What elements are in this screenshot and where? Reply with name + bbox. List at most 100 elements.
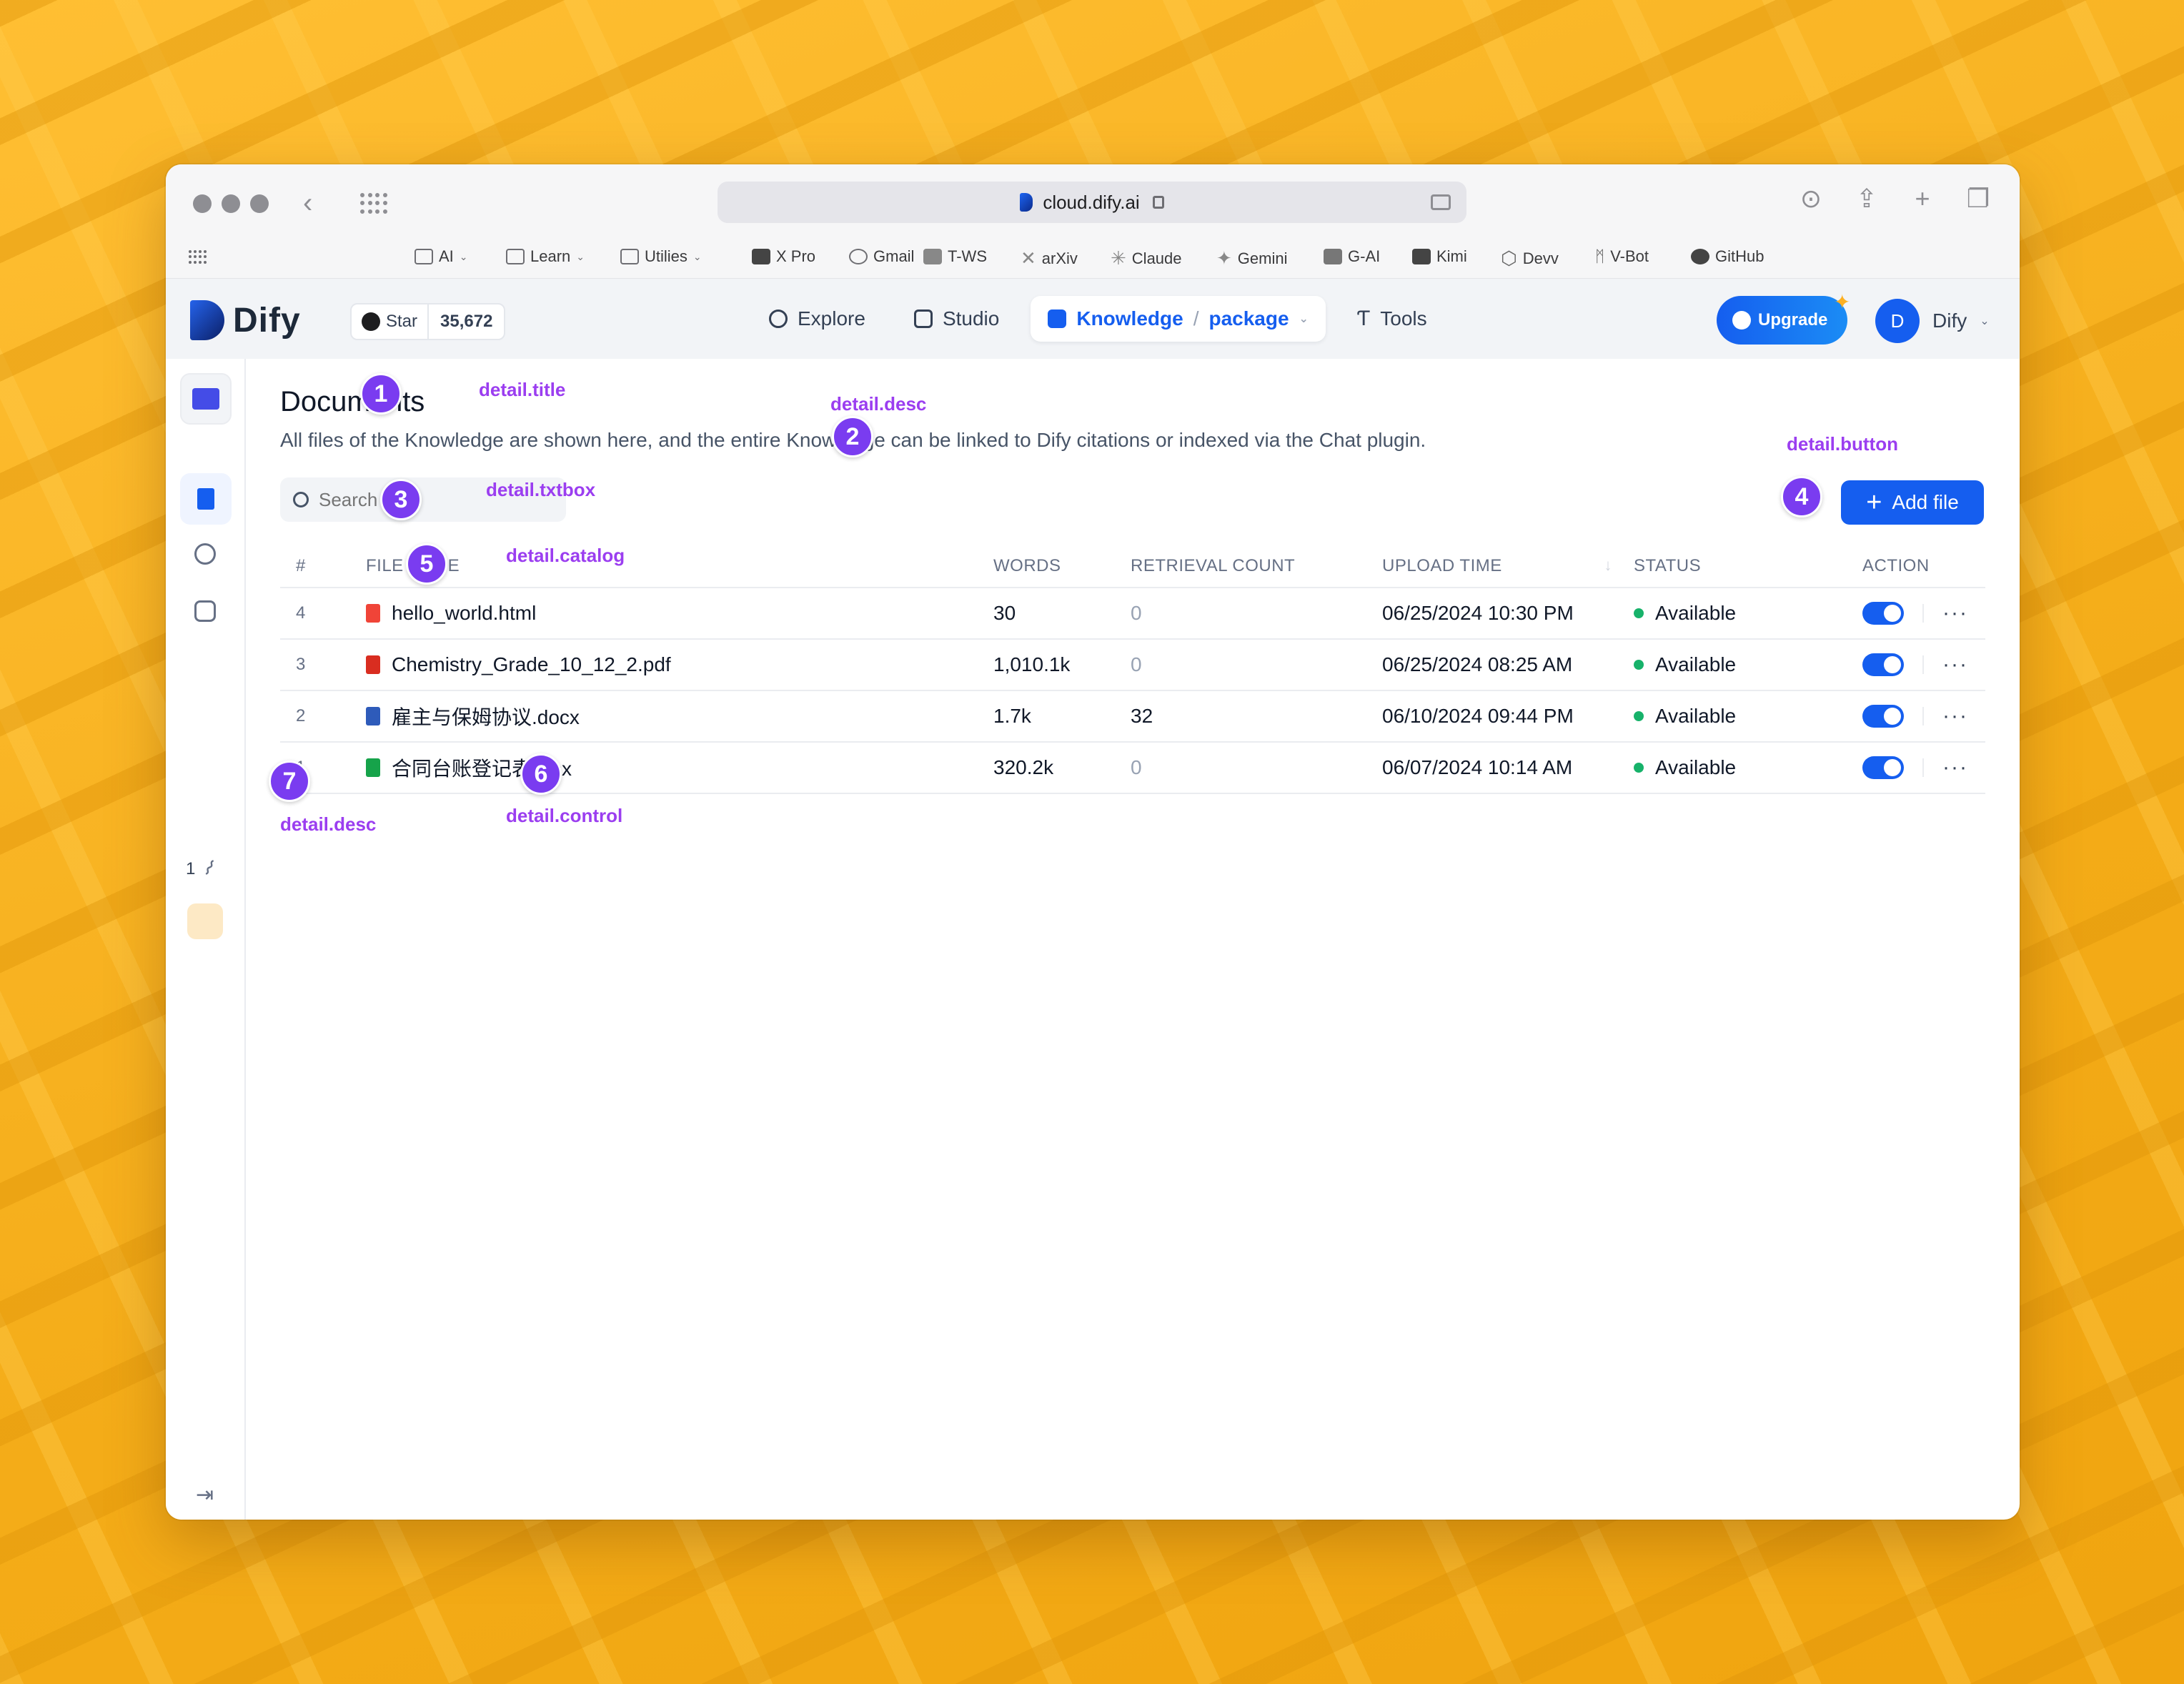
paperclip-icon: ⌇ — [199, 856, 219, 881]
bookmark-arxiv[interactable]: ✕ arXiv — [1021, 247, 1078, 269]
zoom-window-button[interactable] — [250, 194, 269, 213]
dify-logo-mark-icon — [190, 300, 224, 340]
column-retrieval-count: RETRIEVAL COUNT — [1131, 545, 1382, 588]
table-row[interactable]: 3 Chemistry_Grade_10_12_2.pdf 1,010.1k 0… — [280, 639, 1985, 691]
window-controls — [193, 194, 269, 213]
page-title: Documents — [280, 386, 425, 417]
annotation-label-title: detail.title — [479, 379, 566, 400]
column-index: # — [280, 545, 366, 588]
kimi-icon — [1412, 249, 1431, 264]
annotation-badge-2: 2 — [832, 416, 873, 457]
more-options-icon[interactable]: ··· — [1942, 757, 1968, 778]
upgrade-button[interactable]: Upgrade — [1717, 296, 1848, 345]
chevron-down-icon: ⌄ — [1980, 315, 1990, 327]
folder-icon — [192, 388, 219, 410]
bookmark-gmail[interactable]: Gmail — [849, 247, 914, 266]
enable-toggle[interactable] — [1862, 602, 1904, 625]
github-icon — [362, 312, 380, 331]
status-dot-icon — [1634, 608, 1644, 618]
bookmark-g-ai[interactable]: G-AI — [1324, 247, 1380, 266]
bookmark-utilies[interactable]: Utilies ⌄ — [620, 247, 702, 266]
sidebar-item-settings[interactable] — [194, 600, 216, 622]
word-count: 30 — [993, 588, 1131, 640]
xlsx-file-icon — [366, 758, 380, 777]
user-menu[interactable]: D Dify ⌄ — [1875, 299, 1990, 343]
t-ws-icon — [923, 249, 942, 264]
upload-time: 06/07/2024 10:14 AM — [1382, 742, 1634, 794]
bookmark-devv[interactable]: ⬡ Devv — [1501, 247, 1559, 269]
bookmarks-bar: AI ⌄ Learn ⌄ Utilies ⌄ X Pro Gmail T-WS ✕ ar… — [166, 242, 2020, 276]
more-options-icon[interactable]: ··· — [1942, 705, 1968, 727]
file-name[interactable]: 雇主与保姆协议.docx — [392, 702, 580, 730]
html-file-icon — [366, 604, 380, 623]
book-icon — [1048, 309, 1067, 328]
share-icon[interactable]: ⇪ — [1854, 186, 1880, 212]
tabs-icon[interactable]: ❐ — [1965, 186, 1991, 212]
site-favicon-icon — [1020, 193, 1033, 212]
bookmark-claude[interactable]: ✳ Claude — [1111, 247, 1182, 269]
sidebar-item-hit-testing[interactable] — [194, 543, 216, 565]
bookmark-ai[interactable]: AI ⌄ — [415, 247, 468, 266]
chevron-down-icon: ⌄ — [693, 250, 702, 262]
bookmark-github[interactable]: GitHub — [1691, 247, 1764, 266]
bookmark-x-pro[interactable]: X Pro — [752, 247, 815, 266]
annotation-label-desc-2: detail.desc — [280, 813, 377, 835]
dataset-icon[interactable] — [180, 373, 232, 425]
nav-studio[interactable]: Studio — [897, 296, 1016, 342]
status-badge: Available — [1634, 756, 1862, 779]
download-icon[interactable]: ⊙ — [1798, 186, 1824, 212]
compass-icon — [769, 309, 788, 328]
enable-toggle[interactable] — [1862, 705, 1904, 728]
add-file-button[interactable]: + Add file — [1841, 480, 1984, 525]
browser-chrome: ‹ cloud.dify.ai ⊙ ⇪ + ❐ AI ⌄ Learn ⌄ Utili… — [166, 164, 2020, 279]
dataset-selector[interactable]: package — [1208, 307, 1289, 330]
bookmark-v-bot[interactable]: ᛗ V-Bot — [1595, 247, 1649, 266]
table-row[interactable]: 2 雇主与保姆协议.docx 1.7k 32 06/10/2024 09:44 … — [280, 690, 1985, 743]
dify-logo[interactable]: Dify — [190, 300, 301, 340]
retrieval-count: 0 — [1131, 639, 1382, 691]
nav-explore[interactable]: Explore — [752, 296, 883, 342]
bookmark-gemini[interactable]: ✦ Gemini — [1216, 247, 1287, 269]
bookmarks-grid-icon[interactable] — [189, 250, 207, 264]
avatar: D — [1875, 299, 1920, 343]
tab-overview-icon[interactable] — [360, 193, 387, 214]
sidebar-item-documents[interactable] — [180, 473, 232, 525]
column-upload-time[interactable]: UPLOAD TIME ↓ — [1382, 545, 1634, 588]
close-window-button[interactable] — [193, 194, 212, 213]
sparkle-icon — [1732, 311, 1751, 330]
nav-tools[interactable]: Ƭ Tools — [1340, 296, 1444, 342]
star-decoration-icon: ✦ — [1834, 291, 1851, 313]
retrieval-count: 32 — [1131, 690, 1382, 743]
devv-icon: ⬡ — [1501, 247, 1517, 269]
sort-down-icon[interactable]: ↓ — [1604, 556, 1613, 575]
collapse-sidebar-icon[interactable]: ⇥ — [196, 1482, 214, 1507]
reader-view-icon[interactable] — [1431, 194, 1451, 210]
word-count: 1,010.1k — [993, 639, 1131, 691]
annotation-badge-3: 3 — [380, 479, 422, 520]
table-row[interactable]: 4 hello_world.html 30 0 06/25/2024 10:30… — [280, 588, 1985, 640]
gemini-icon: ✦ — [1216, 247, 1232, 269]
enable-toggle[interactable] — [1862, 653, 1904, 676]
column-action: ACTION — [1862, 545, 1985, 588]
more-options-icon[interactable]: ··· — [1942, 654, 1968, 675]
bookmark-learn[interactable]: Learn ⌄ — [506, 247, 585, 266]
linked-app-avatar[interactable] — [187, 903, 223, 939]
more-options-icon[interactable]: ··· — [1942, 603, 1968, 624]
github-star-button[interactable]: Star 35,672 — [350, 303, 506, 340]
back-icon[interactable]: ‹ — [303, 189, 312, 217]
nav-knowledge[interactable]: Knowledge / package ⌄ — [1031, 296, 1326, 342]
minimize-window-button[interactable] — [222, 194, 240, 213]
g-ai-icon — [1324, 249, 1342, 264]
column-file-name[interactable]: FILE NAME — [366, 545, 993, 588]
chevron-down-icon: ⌄ — [459, 250, 468, 262]
hammer-icon: Ƭ — [1356, 307, 1371, 330]
bookmark-t-ws[interactable]: T-WS — [923, 247, 987, 266]
bookmark-kimi[interactable]: Kimi — [1412, 247, 1467, 266]
status-dot-icon — [1634, 660, 1644, 670]
chevron-down-icon[interactable]: ⌄ — [1299, 312, 1309, 326]
new-tab-icon[interactable]: + — [1910, 186, 1935, 212]
file-name[interactable]: Chemistry_Grade_10_12_2.pdf — [392, 653, 671, 676]
file-name[interactable]: hello_world.html — [392, 602, 536, 625]
address-bar[interactable]: cloud.dify.ai — [718, 182, 1466, 223]
enable-toggle[interactable] — [1862, 756, 1904, 779]
